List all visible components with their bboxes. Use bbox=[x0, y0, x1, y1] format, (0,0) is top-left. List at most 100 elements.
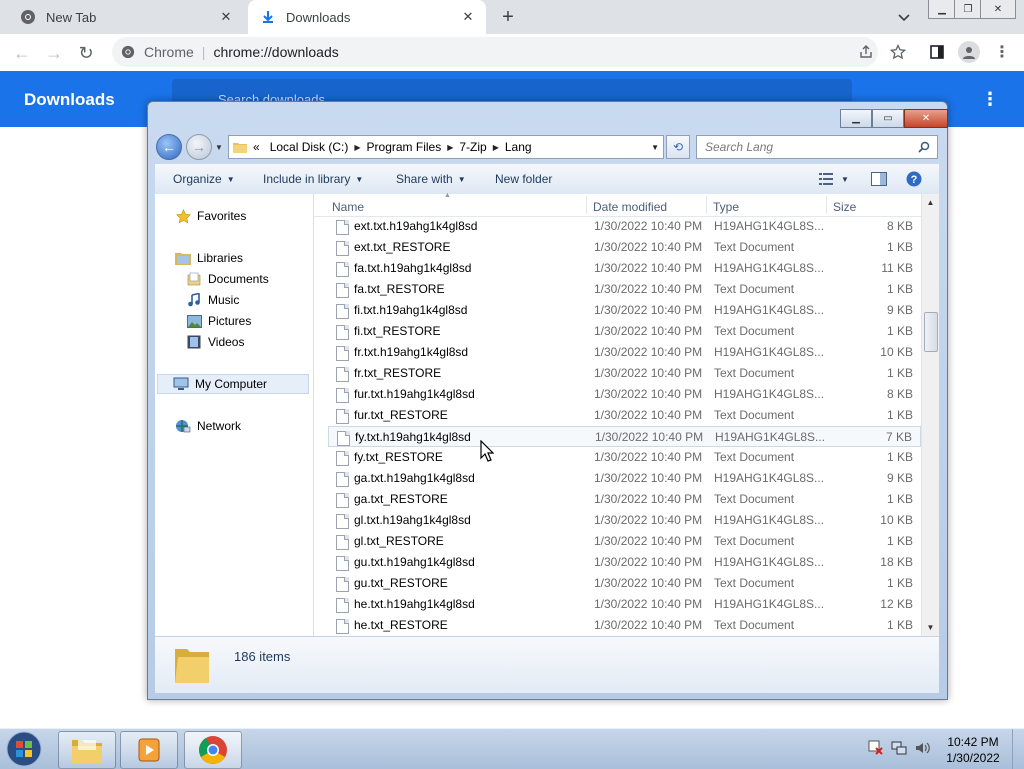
nav-label: Videos bbox=[208, 335, 245, 349]
volume-icon[interactable] bbox=[914, 739, 932, 757]
chevron-down-icon[interactable] bbox=[894, 8, 914, 28]
nav-pictures[interactable]: Pictures bbox=[186, 311, 251, 331]
table-row[interactable]: fy.txt.h19ahg1k4gl8sd 1/30/2022 10:40 PM H… bbox=[328, 426, 921, 447]
table-row[interactable]: gl.txt.h19ahg1k4gl8sd 1/30/2022 10:40 PM H… bbox=[328, 510, 921, 531]
tab-downloads[interactable]: Downloads ✕ bbox=[248, 0, 486, 34]
table-row[interactable]: gl.txt_RESTORE 1/30/2022 10:40 PM Text Doc… bbox=[328, 531, 921, 552]
breadcrumb-7zip[interactable]: 7-Zip bbox=[459, 140, 486, 154]
close-icon[interactable]: ✕ bbox=[458, 7, 478, 27]
nav-network[interactable]: Network bbox=[175, 416, 241, 436]
chevron-right-icon[interactable]: ▶ bbox=[493, 143, 499, 152]
more-vert-icon[interactable]: ⋮ bbox=[980, 87, 1000, 111]
reload-icon[interactable]: ↻ bbox=[74, 41, 98, 65]
nav-favorites[interactable]: Favorites bbox=[175, 206, 246, 226]
search-icon[interactable] bbox=[915, 141, 933, 153]
tab-new-tab[interactable]: New Tab ✕ bbox=[8, 0, 244, 34]
forward-arrow-icon[interactable]: → bbox=[42, 41, 66, 65]
preview-pane-icon[interactable] bbox=[869, 170, 889, 188]
table-row[interactable]: ga.txt.h19ahg1k4gl8sd 1/30/2022 10:40 PM H… bbox=[328, 468, 921, 489]
vertical-scrollbar[interactable]: ▲ ▼ bbox=[921, 194, 939, 636]
table-row[interactable]: he.txt.h19ahg1k4gl8sd 1/30/2022 10:40 PM H… bbox=[328, 594, 921, 615]
breadcrumb-local-disk[interactable]: Local Disk (C:) bbox=[270, 140, 349, 154]
nav-documents[interactable]: Documents bbox=[186, 269, 269, 289]
column-type[interactable]: Type bbox=[713, 200, 739, 214]
documents-icon bbox=[186, 271, 202, 287]
explorer-icon[interactable] bbox=[58, 731, 116, 769]
explorer-address-bar[interactable]: « Local Disk (C:) ▶ Program Files ▶ 7-Zi… bbox=[228, 135, 664, 159]
share-icon[interactable] bbox=[856, 42, 876, 62]
column-divider[interactable] bbox=[826, 196, 827, 214]
organize-button[interactable]: Organize ▼ bbox=[173, 172, 235, 186]
chevron-down-icon[interactable]: ▼ bbox=[651, 143, 659, 152]
nav-libraries[interactable]: Libraries bbox=[175, 248, 243, 268]
view-options-icon[interactable]: ▼ bbox=[817, 170, 851, 188]
chrome-icon[interactable] bbox=[184, 731, 242, 769]
breadcrumb-program-files[interactable]: Program Files bbox=[367, 140, 442, 154]
plus-icon[interactable]: + bbox=[496, 5, 520, 29]
table-row[interactable]: gu.txt_RESTORE 1/30/2022 10:40 PM Text Doc… bbox=[328, 573, 921, 594]
file-size: 10 KB bbox=[880, 513, 913, 527]
include-in-library-button[interactable]: Include in library ▼ bbox=[263, 172, 363, 186]
chevron-right-icon[interactable]: ▶ bbox=[354, 143, 360, 152]
breadcrumb-overflow[interactable]: « bbox=[253, 140, 260, 154]
table-row[interactable]: he.txt_RESTORE 1/30/2022 10:40 PM Text Doc… bbox=[328, 615, 921, 636]
restore-icon[interactable]: ▭ bbox=[872, 109, 904, 128]
back-arrow-icon[interactable]: ← bbox=[156, 134, 182, 160]
help-icon[interactable]: ? bbox=[905, 170, 923, 188]
forward-arrow-icon[interactable]: → bbox=[186, 134, 212, 160]
chevron-right-icon[interactable]: ▶ bbox=[447, 143, 453, 152]
action-center-icon[interactable] bbox=[866, 739, 884, 757]
scroll-up-icon[interactable]: ▲ bbox=[922, 194, 939, 211]
search-lang-input[interactable]: Search Lang bbox=[696, 135, 938, 159]
close-icon[interactable]: ✕ bbox=[904, 109, 948, 128]
table-row[interactable]: ga.txt_RESTORE 1/30/2022 10:40 PM Text Doc… bbox=[328, 489, 921, 510]
side-panel-icon[interactable] bbox=[927, 42, 947, 62]
table-row[interactable]: fr.txt.h19ahg1k4gl8sd 1/30/2022 10:40 PM H… bbox=[328, 342, 921, 363]
table-row[interactable]: fy.txt_RESTORE 1/30/2022 10:40 PM Text Doc… bbox=[328, 447, 921, 468]
profile-icon[interactable] bbox=[958, 41, 980, 63]
table-row[interactable]: fr.txt_RESTORE 1/30/2022 10:40 PM Text Doc… bbox=[328, 363, 921, 384]
share-with-button[interactable]: Share with ▼ bbox=[396, 172, 466, 186]
network-tray-icon[interactable] bbox=[890, 739, 908, 757]
table-row[interactable]: gu.txt.h19ahg1k4gl8sd 1/30/2022 10:40 PM H… bbox=[328, 552, 921, 573]
nav-my-computer[interactable]: My Computer bbox=[157, 374, 309, 394]
column-divider[interactable] bbox=[586, 196, 587, 214]
breadcrumb-lang[interactable]: Lang bbox=[505, 140, 532, 154]
file-date: 1/30/2022 10:40 PM bbox=[594, 555, 703, 569]
scroll-down-icon[interactable]: ▼ bbox=[922, 619, 939, 636]
address-bar[interactable]: Chrome | chrome://downloads bbox=[112, 37, 878, 67]
reload-icon[interactable]: ⟲ bbox=[666, 135, 690, 159]
file-icon bbox=[336, 598, 349, 613]
windows-start-icon[interactable] bbox=[4, 730, 44, 768]
table-row[interactable]: fa.txt.h19ahg1k4gl8sd 1/30/2022 10:40 PM H… bbox=[328, 258, 921, 279]
close-icon[interactable]: ✕ bbox=[216, 7, 236, 27]
column-size[interactable]: Size bbox=[833, 200, 856, 214]
table-row[interactable]: ext.txt.h19ahg1k4gl8sd 1/30/2022 10:40 PM… bbox=[328, 216, 921, 237]
scrollbar-thumb[interactable] bbox=[924, 312, 938, 352]
table-row[interactable]: ext.txt_RESTORE 1/30/2022 10:40 PM Text Do… bbox=[328, 237, 921, 258]
search-placeholder: Search Lang bbox=[705, 140, 774, 154]
restore-icon[interactable]: ❐ bbox=[954, 0, 982, 19]
close-icon[interactable]: ✕ bbox=[980, 0, 1016, 19]
table-row[interactable]: fa.txt_RESTORE 1/30/2022 10:40 PM Text Doc… bbox=[328, 279, 921, 300]
column-date-modified[interactable]: Date modified bbox=[593, 200, 667, 214]
column-name[interactable]: Name bbox=[332, 200, 364, 214]
column-divider[interactable] bbox=[706, 196, 707, 214]
nav-music[interactable]: Music bbox=[186, 290, 239, 310]
nav-videos[interactable]: Videos bbox=[186, 332, 244, 352]
minimize-icon[interactable]: ▁ bbox=[840, 109, 872, 128]
table-row[interactable]: fur.txt.h19ahg1k4gl8sd 1/30/2022 10:40 PM… bbox=[328, 384, 921, 405]
chevron-down-icon[interactable]: ▼ bbox=[215, 143, 223, 152]
page-title: Downloads bbox=[24, 90, 115, 109]
taskbar-clock[interactable]: 10:42 PM 1/30/2022 bbox=[940, 734, 1006, 766]
more-vert-icon[interactable]: ⋮ bbox=[992, 42, 1012, 62]
media-player-icon[interactable] bbox=[120, 731, 178, 769]
new-folder-button[interactable]: New folder bbox=[495, 172, 552, 186]
back-arrow-icon[interactable]: ← bbox=[10, 41, 34, 65]
show-desktop-button[interactable] bbox=[1012, 729, 1024, 769]
minimize-icon[interactable]: ▁ bbox=[928, 0, 956, 19]
table-row[interactable]: fi.txt_RESTORE 1/30/2022 10:40 PM Text Doc… bbox=[328, 321, 921, 342]
table-row[interactable]: fur.txt_RESTORE 1/30/2022 10:40 PM Text Do… bbox=[328, 405, 921, 426]
table-row[interactable]: fi.txt.h19ahg1k4gl8sd 1/30/2022 10:40 PM H… bbox=[328, 300, 921, 321]
star-icon[interactable] bbox=[888, 42, 908, 62]
